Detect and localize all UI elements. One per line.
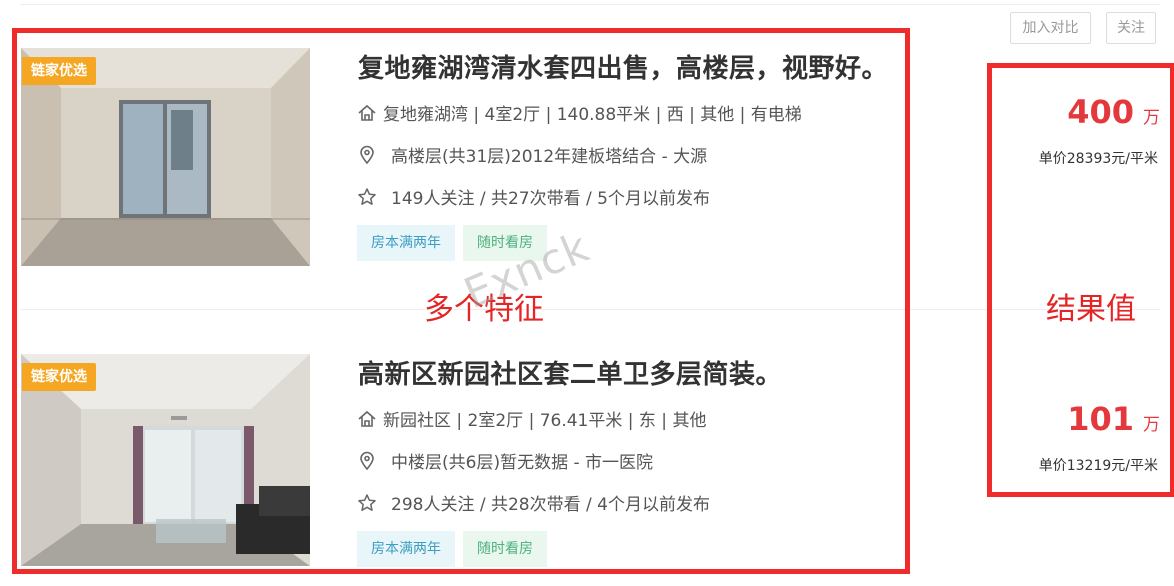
add-to-compare-button[interactable]: 加入对比: [1010, 12, 1091, 44]
follow-button[interactable]: 关注: [1106, 12, 1156, 44]
result-annotation: 结果值: [1046, 292, 1136, 327]
top-divider: [20, 4, 1160, 5]
result-highlight-box: [987, 63, 1174, 497]
